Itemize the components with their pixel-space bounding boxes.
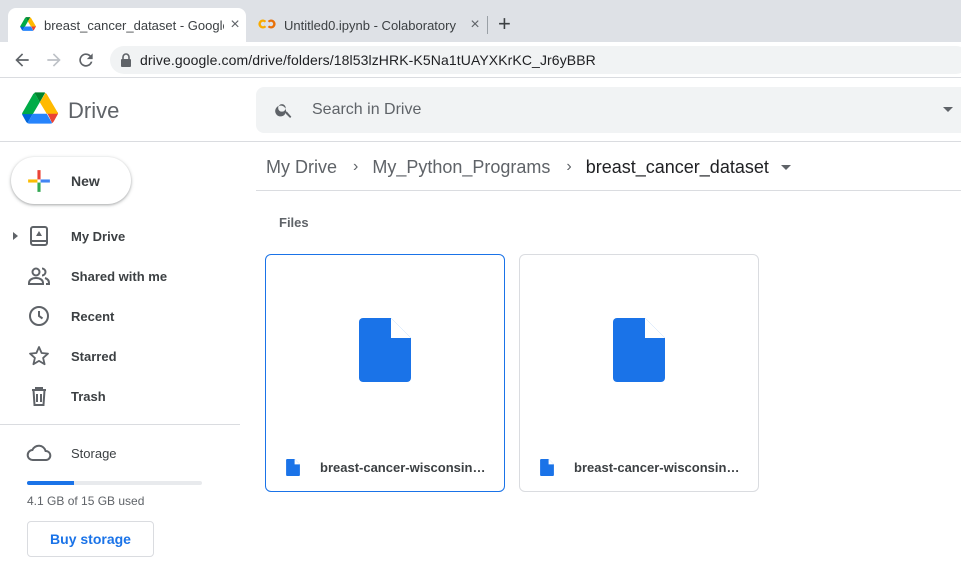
- file-card[interactable]: breast-cancer-wisconsin.data: [265, 254, 505, 492]
- main-divider: [256, 190, 961, 191]
- sidebar-item-trash[interactable]: Trash: [0, 380, 240, 412]
- clock-icon: [29, 306, 49, 326]
- search-bar: [256, 87, 961, 133]
- new-button[interactable]: New: [11, 157, 131, 204]
- sidebar-item-label: My Drive: [71, 228, 126, 244]
- google-drive-icon: [20, 16, 36, 34]
- trash-icon: [32, 387, 46, 406]
- search-icon[interactable]: [274, 100, 294, 120]
- back-arrow-icon[interactable]: [12, 50, 32, 70]
- sidebar-item-label: Shared with me: [71, 268, 168, 284]
- file-footer: breast-cancer-wisconsin.names: [520, 443, 758, 491]
- breadcrumb-item-my-drive[interactable]: My Drive: [266, 157, 337, 178]
- document-icon: [613, 318, 665, 382]
- lock-icon: [121, 53, 131, 67]
- sidebar-item-label: Starred: [71, 348, 117, 364]
- storage-progress-bar: [27, 481, 202, 485]
- address-bar[interactable]: drive.google.com/drive/folders/18l53lzHR…: [110, 46, 961, 74]
- app-name[interactable]: Drive: [68, 98, 119, 124]
- tab-title: breast_cancer_dataset - Google Drive: [44, 17, 224, 33]
- file-name: breast-cancer-wisconsin.names: [574, 459, 742, 475]
- file-card[interactable]: breast-cancer-wisconsin.names: [519, 254, 759, 492]
- sidebar-item-starred[interactable]: Starred: [0, 340, 240, 372]
- document-icon: [359, 318, 411, 382]
- section-title: Files: [279, 215, 309, 230]
- colab-icon: [258, 18, 276, 33]
- file-footer: breast-cancer-wisconsin.data: [266, 443, 504, 491]
- folder-menu-chevron-down-icon[interactable]: [780, 164, 791, 170]
- sidebar-item-shared[interactable]: Shared with me: [0, 260, 240, 292]
- browser-tab-colab[interactable]: Untitled0.ipynb - Colaboratory ×: [248, 8, 486, 42]
- chevron-right-icon: ›: [353, 158, 359, 175]
- file-preview: [520, 255, 758, 445]
- file-preview: [266, 255, 504, 445]
- url-text: drive.google.com/drive/folders/18l53lzHR…: [140, 52, 596, 68]
- tab-title: Untitled0.ipynb - Colaboratory: [284, 17, 456, 33]
- sidebar-divider: [0, 424, 240, 425]
- my-drive-icon: [30, 226, 48, 246]
- storage-progress-fill: [27, 481, 75, 485]
- star-icon: [29, 346, 49, 366]
- chevron-right-icon: ›: [566, 158, 572, 175]
- search-options-chevron-down-icon[interactable]: [943, 107, 953, 112]
- close-tab-icon[interactable]: ×: [464, 16, 486, 34]
- sidebar-item-label: Trash: [71, 388, 106, 404]
- drive-header: Drive: [0, 78, 961, 142]
- search-input[interactable]: [312, 101, 912, 119]
- browser-tab-drive[interactable]: breast_cancer_dataset - Google Drive ×: [8, 8, 246, 42]
- close-tab-icon[interactable]: ×: [224, 16, 246, 34]
- cloud-icon: [26, 444, 52, 461]
- plus-icon: [28, 169, 50, 192]
- sidebar-item-my-drive[interactable]: My Drive: [0, 220, 240, 252]
- shared-people-icon: [28, 267, 50, 285]
- browser-toolbar: drive.google.com/drive/folders/18l53lzHR…: [0, 42, 961, 78]
- forward-arrow-icon[interactable]: [44, 50, 64, 70]
- breadcrumb-item-folder[interactable]: My_Python_Programs: [372, 157, 550, 178]
- new-tab-icon[interactable]: +: [498, 12, 511, 36]
- sidebar-item-recent[interactable]: Recent: [0, 300, 240, 332]
- document-icon: [540, 458, 554, 476]
- sidebar-item-label: Recent: [71, 308, 115, 324]
- google-drive-logo-icon[interactable]: [22, 92, 59, 129]
- breadcrumb-item-current[interactable]: breast_cancer_dataset: [586, 157, 769, 178]
- breadcrumb: My Drive › My_Python_Programs › breast_c…: [266, 155, 791, 179]
- new-button-label: New: [71, 172, 100, 189]
- browser-tab-strip: breast_cancer_dataset - Google Drive × U…: [0, 0, 961, 42]
- expand-arrow-icon[interactable]: [13, 232, 18, 240]
- document-icon: [286, 458, 300, 476]
- buy-storage-button[interactable]: Buy storage: [27, 521, 154, 557]
- tab-separator: [487, 16, 488, 34]
- storage-used-text: 4.1 GB of 15 GB used: [27, 494, 145, 508]
- file-name: breast-cancer-wisconsin.data: [320, 459, 488, 475]
- storage-label[interactable]: Storage: [71, 446, 117, 461]
- reload-icon[interactable]: [76, 50, 96, 70]
